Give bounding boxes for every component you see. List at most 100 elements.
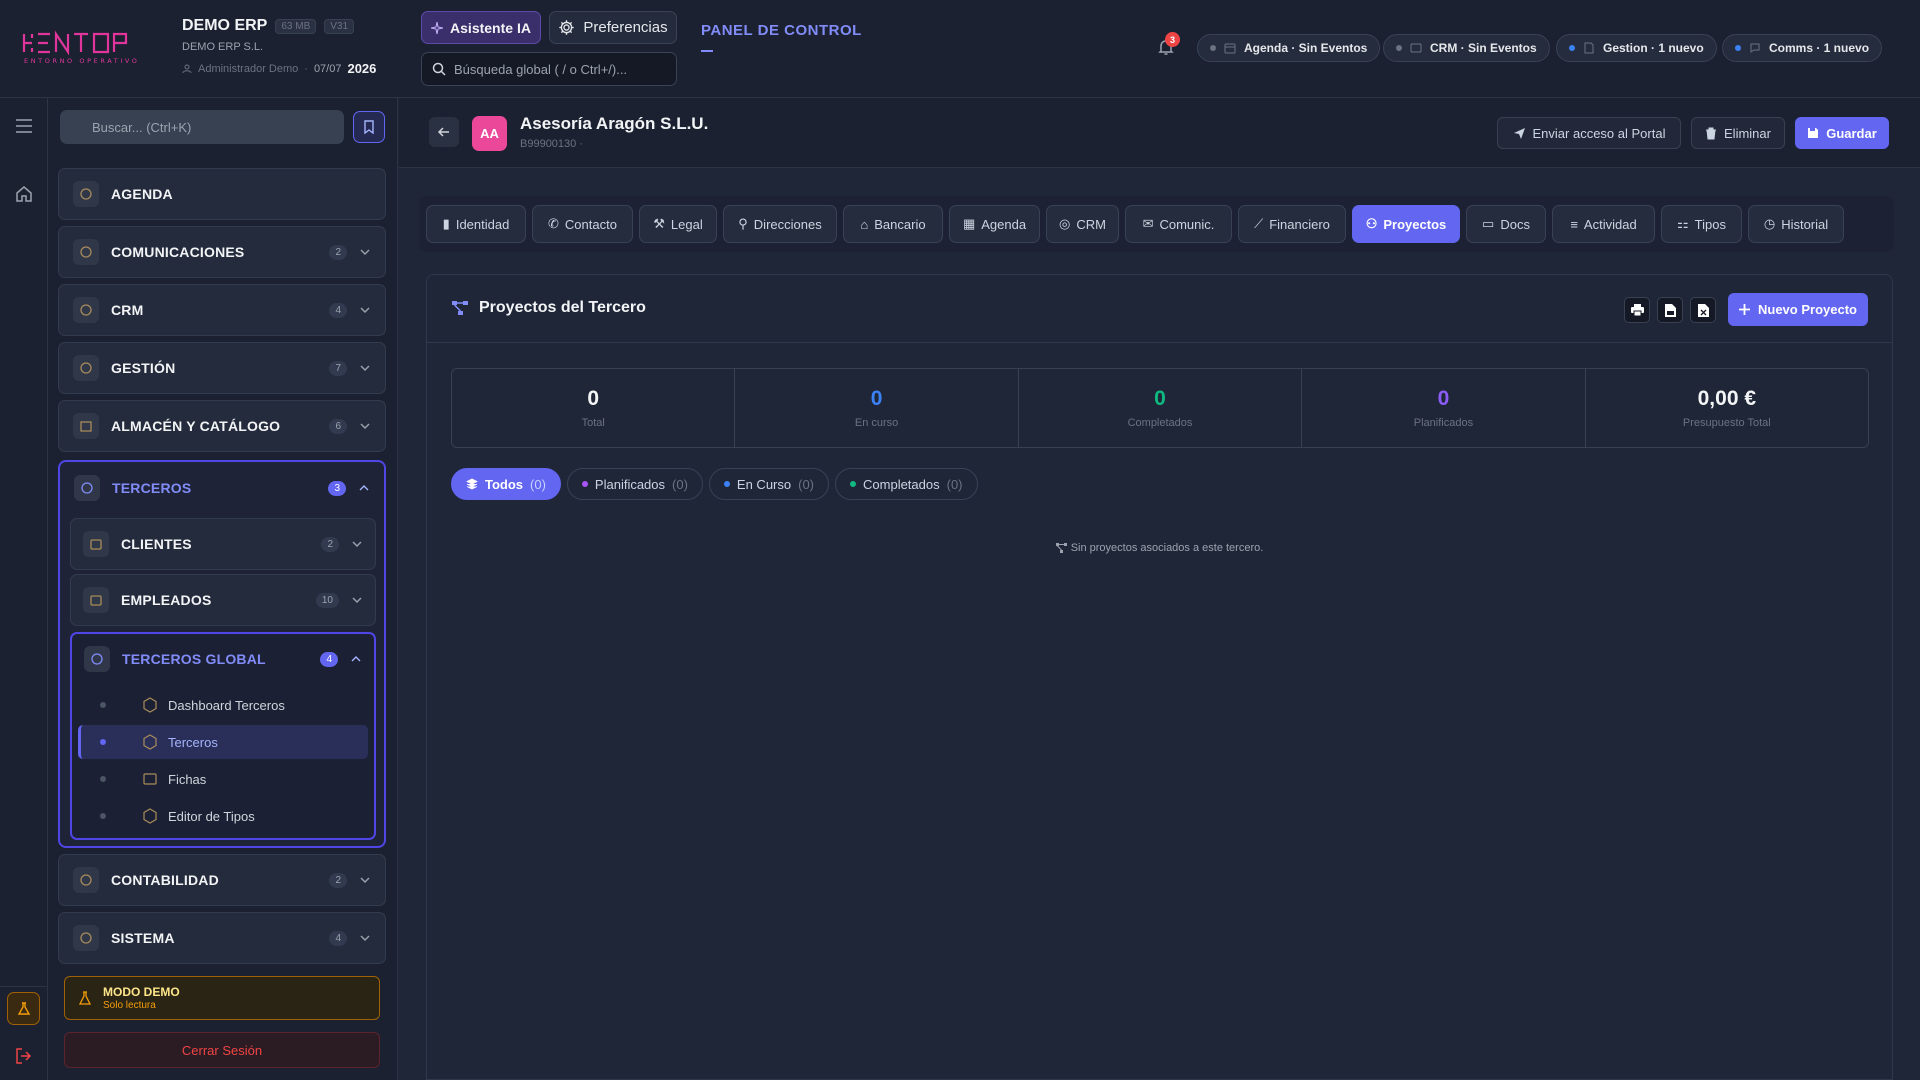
panel-title[interactable]: PANEL DE CONTROL xyxy=(701,22,862,39)
chat-icon: ✉ xyxy=(1142,216,1154,231)
sidebar-sub-clientes[interactable]: CLIENTES 2 xyxy=(70,518,376,570)
sidebar-sub-terceros-global-header[interactable]: TERCEROS GLOBAL 4 xyxy=(72,634,374,684)
filter-completados[interactable]: Completados (0) xyxy=(835,468,978,500)
tab-crm[interactable]: ◎ CRM xyxy=(1046,205,1119,243)
new-project-button[interactable]: Nuevo Proyecto xyxy=(1728,293,1868,326)
logout-icon xyxy=(16,1048,32,1064)
section-count: 6 xyxy=(329,418,347,434)
print-button[interactable] xyxy=(1624,297,1650,323)
stat-value: 0 xyxy=(587,387,600,410)
sidebar-section-terceros-header[interactable]: TERCEROS 3 xyxy=(60,462,384,514)
export-excel-button[interactable] xyxy=(1690,297,1716,323)
sidebar-section-contabilidad[interactable]: CONTABILIDAD 2 xyxy=(58,854,386,906)
filter-planificados[interactable]: Planificados (0) xyxy=(566,468,703,500)
chevron-down-icon xyxy=(360,423,370,429)
send-portal-access-button[interactable]: Enviar acceso al Portal xyxy=(1497,117,1681,149)
search-icon xyxy=(432,62,446,76)
sidebar-section-crm[interactable]: CRM 4 xyxy=(58,284,386,336)
tab-agenda[interactable]: ▦ Agenda xyxy=(949,205,1040,243)
status-crm[interactable]: CRM · Sin Eventos xyxy=(1383,34,1550,62)
sidebar-section-sistema[interactable]: SISTEMA 4 xyxy=(58,912,386,964)
tab-actividad[interactable]: ≡ Actividad xyxy=(1552,205,1655,243)
demo-mode-button[interactable] xyxy=(7,992,40,1025)
filter-todos[interactable]: Todos (0) xyxy=(451,468,561,500)
ai-assistant-button[interactable]: Asistente IA xyxy=(421,11,541,44)
tab-comunicaciones[interactable]: ✉ Comunic. xyxy=(1125,205,1232,243)
back-button[interactable] xyxy=(429,117,459,147)
demo-mode-subtitle: Solo lectura xyxy=(103,1000,156,1011)
section-count: 4 xyxy=(329,302,347,318)
save-button[interactable]: Guardar xyxy=(1795,117,1889,149)
tab-docs[interactable]: ▭ Docs xyxy=(1466,205,1546,243)
chat-icon xyxy=(1750,43,1760,53)
sparkle-icon xyxy=(431,21,444,34)
sidebar-item-fichas[interactable]: Fichas xyxy=(78,762,368,796)
sidebar-search-input[interactable]: Buscar... (Ctrl+K) xyxy=(60,110,344,144)
panel-title-underline xyxy=(701,50,713,52)
sidebar-item-terceros[interactable]: Terceros xyxy=(78,725,368,759)
home-icon xyxy=(16,186,32,202)
flask-icon xyxy=(17,1001,30,1015)
sidebar-section-terceros: TERCEROS 3 CLIENTES 2 EMPLEADOS 10 TERCE… xyxy=(58,460,386,848)
fichas-icon xyxy=(143,773,157,785)
comunicaciones-icon xyxy=(73,239,99,265)
projects-title: Proyectos del Tercero xyxy=(479,299,646,316)
projects-card: Proyectos del Tercero Nuevo Proyecto 0 T… xyxy=(426,274,1893,1080)
sidebar-item-dashboard-terceros[interactable]: Dashboard Terceros xyxy=(78,688,368,722)
version-chip: V31 xyxy=(324,18,355,34)
tab-contacto[interactable]: ✆ Contacto xyxy=(532,205,633,243)
flask-icon xyxy=(79,991,91,1005)
tab-tipos[interactable]: ⚏ Tipos xyxy=(1661,205,1742,243)
status-agenda[interactable]: Agenda · Sin Eventos xyxy=(1197,34,1381,62)
tab-direcciones[interactable]: ⚲ Direcciones xyxy=(723,205,837,243)
bank-icon: ⌂ xyxy=(860,216,869,232)
project-filters: Todos (0) Planificados (0) En Curso (0) … xyxy=(451,468,978,500)
chevron-down-icon xyxy=(352,541,362,547)
empleados-icon xyxy=(83,587,109,613)
menu-toggle-button[interactable] xyxy=(12,114,36,138)
status-gestion[interactable]: Gestion · 1 nuevo xyxy=(1556,34,1717,62)
arrow-left-icon xyxy=(437,127,449,137)
folder-icon: ▭ xyxy=(1482,216,1495,231)
filter-en-curso[interactable]: En Curso (0) xyxy=(708,468,830,500)
stat-completados: 0 Completados xyxy=(1019,369,1303,447)
favorites-button[interactable] xyxy=(353,111,385,143)
clock-icon: ◷ xyxy=(1763,216,1776,231)
list-icon: ≡ xyxy=(1570,216,1578,232)
phone-icon: ✆ xyxy=(548,216,559,231)
sidebar-item-editor-tipos[interactable]: Editor de Tipos xyxy=(78,799,368,833)
calendar-icon: ▦ xyxy=(962,216,976,231)
app-logo[interactable]: ENTORNO OPERATIVO xyxy=(22,30,146,66)
preferences-button[interactable]: Preferencias xyxy=(549,11,677,44)
home-button[interactable] xyxy=(12,182,36,206)
global-search-input[interactable]: Búsqueda global ( / o Ctrl+/)... xyxy=(421,52,677,86)
stat-value: 0 xyxy=(1154,387,1166,410)
export-pdf-button[interactable] xyxy=(1657,297,1683,323)
tab-bancario[interactable]: ⌂ Bancario xyxy=(843,205,943,243)
tab-historial[interactable]: ◷ Historial xyxy=(1748,205,1844,243)
logo-tagline: ENTORNO OPERATIVO xyxy=(24,57,140,65)
logout-button[interactable]: Cerrar Sesión xyxy=(64,1032,380,1068)
user-name: Administrador Demo xyxy=(198,62,299,75)
sidebar-section-agenda[interactable]: AGENDA xyxy=(58,168,386,220)
entity-id: B99900130 · xyxy=(520,138,583,150)
sidebar-section-comunicaciones[interactable]: COMUNICACIONES 2 xyxy=(58,226,386,278)
delete-button[interactable]: Eliminar xyxy=(1691,117,1785,149)
crm-icon xyxy=(73,297,99,323)
tab-legal[interactable]: ⚒ Legal xyxy=(639,205,717,243)
tab-proyectos[interactable]: ⚇ Proyectos xyxy=(1352,205,1460,243)
projects-card-header: Proyectos del Tercero Nuevo Proyecto xyxy=(427,275,1892,343)
logout-icon-button[interactable] xyxy=(12,1044,36,1068)
sidebar-sub-empleados[interactable]: EMPLEADOS 10 xyxy=(70,574,376,626)
section-count: 7 xyxy=(329,360,347,376)
stat-total: 0 Total xyxy=(452,369,736,447)
status-dot xyxy=(1569,45,1575,51)
sidebar-section-gestion[interactable]: GESTIÓN 7 xyxy=(58,342,386,394)
status-comms[interactable]: Comms · 1 nuevo xyxy=(1722,34,1883,62)
section-count: 3 xyxy=(328,480,346,496)
chevron-down-icon xyxy=(360,365,370,371)
sidebar-section-almacen[interactable]: ALMACÉN Y CATÁLOGO 6 xyxy=(58,400,386,452)
tab-financiero[interactable]: ⟋ Financiero xyxy=(1238,205,1346,243)
tab-identidad[interactable]: ▮ Identidad xyxy=(426,205,526,243)
location-icon: ⚲ xyxy=(738,216,748,231)
